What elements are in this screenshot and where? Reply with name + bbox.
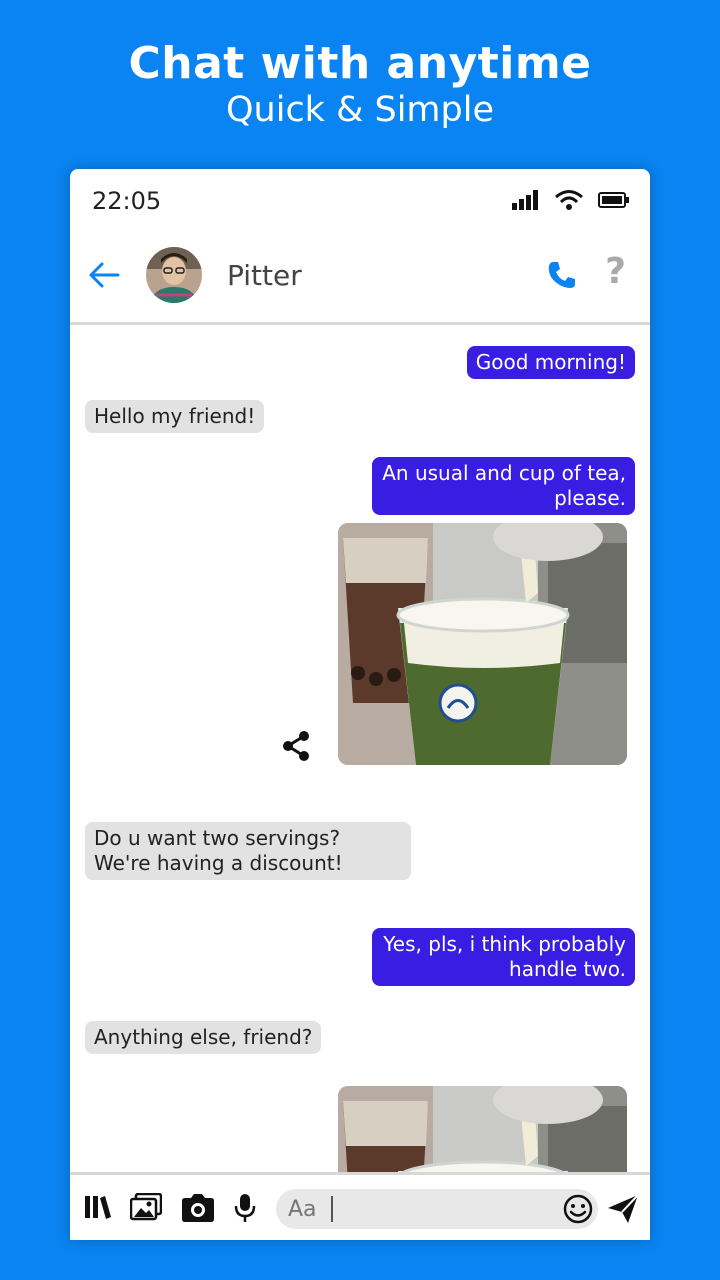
message-bubble-outgoing[interactable]: An usual and cup of tea, please.	[372, 457, 635, 515]
cellular-signal-icon	[512, 190, 538, 210]
microphone-icon[interactable]	[234, 1193, 256, 1223]
message-bubble-incoming[interactable]: Anything else, friend?	[85, 1021, 322, 1054]
message-composer	[70, 1172, 650, 1240]
text-caret	[331, 1196, 333, 1222]
smiley-icon[interactable]	[562, 1193, 594, 1225]
message-bubble-incoming[interactable]: Hello my friend!	[85, 400, 265, 433]
promo-title: Chat with anytime	[128, 38, 592, 89]
message-bubble-incoming[interactable]: Do u want two servings? We're having a d…	[85, 822, 411, 880]
phone-frame: 22:05 Pitter ? Good morning! Hello my fr…	[70, 169, 650, 1240]
message-image[interactable]	[338, 523, 627, 765]
question-mark-icon[interactable]: ?	[605, 251, 626, 292]
camera-icon[interactable]	[180, 1193, 216, 1223]
message-input-wrapper	[276, 1189, 598, 1229]
promo-subtitle: Quick & Simple	[225, 90, 495, 130]
message-bubble-outgoing[interactable]: Yes, pls, i think probably handle two.	[372, 928, 635, 986]
phone-icon[interactable]	[546, 259, 578, 291]
gallery-icon[interactable]	[130, 1193, 162, 1221]
message-bubble-outgoing[interactable]: Good morning!	[466, 346, 635, 379]
message-input[interactable]	[288, 1195, 538, 1223]
library-icon[interactable]	[84, 1193, 112, 1221]
arrow-left-icon[interactable]	[86, 259, 122, 291]
status-bar: 22:05	[70, 169, 650, 229]
message-list[interactable]: Good morning! Hello my friend! An usual …	[70, 328, 650, 1172]
status-time: 22:05	[92, 187, 162, 215]
message-image[interactable]	[338, 1086, 627, 1172]
share-icon[interactable]	[282, 730, 312, 762]
wifi-icon	[555, 190, 583, 210]
avatar[interactable]	[146, 247, 202, 303]
contact-name: Pitter	[227, 259, 302, 292]
battery-icon	[598, 192, 629, 208]
send-icon[interactable]	[606, 1193, 640, 1225]
chat-header: Pitter ?	[70, 229, 650, 325]
